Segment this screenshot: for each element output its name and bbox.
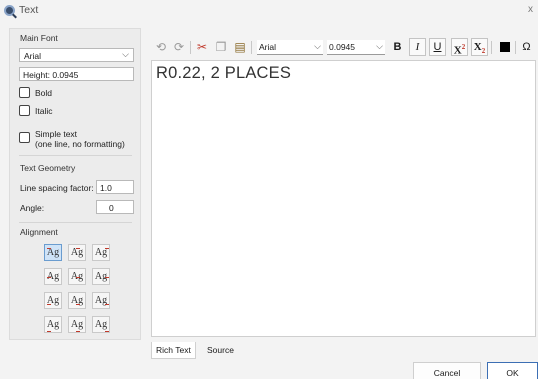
- bold-checkbox[interactable]: [19, 87, 30, 98]
- tab-rich-text[interactable]: Rich Text: [151, 342, 196, 359]
- toolbar-font-select[interactable]: Arial ⌵: [257, 40, 323, 55]
- align-middle-center-button[interactable]: Ag: [68, 268, 86, 285]
- alignment-heading: Alignment: [20, 227, 58, 237]
- chevron-down-icon: ⌵: [314, 41, 321, 51]
- toolbar-size-select[interactable]: 0.0945 ⌵: [327, 40, 385, 55]
- copy-icon[interactable]: ❐: [214, 39, 228, 55]
- subscript-button[interactable]: X2: [471, 38, 488, 56]
- align-top-right-button[interactable]: Ag: [92, 244, 110, 261]
- bold-label: Bold: [35, 88, 53, 98]
- align-middle-left-button[interactable]: Ag: [44, 268, 62, 285]
- italic-button[interactable]: I: [409, 38, 426, 56]
- line-spacing-input[interactable]: 1.0: [96, 180, 134, 194]
- simple-text-checkbox[interactable]: [19, 132, 30, 143]
- ok-button[interactable]: OK: [487, 362, 538, 379]
- align-middle-right-button[interactable]: Ag: [92, 268, 110, 285]
- superscript-button[interactable]: X2: [451, 38, 468, 57]
- height-field[interactable]: Height: 0.0945: [19, 67, 134, 81]
- cancel-button[interactable]: Cancel: [413, 362, 481, 379]
- angle-label: Angle:: [20, 203, 45, 213]
- redo-icon[interactable]: ⟳: [172, 39, 186, 55]
- formatting-toolbar: ⟲ ⟳ ✂ ❐ ▤ Arial ⌵ 0.0945 ⌵ B I U X2 X2 Ω: [151, 35, 538, 60]
- section-divider: [19, 155, 132, 156]
- align-top-center-button[interactable]: Ag: [68, 244, 86, 261]
- font-family-select[interactable]: Arial ⌵: [19, 48, 134, 62]
- line-spacing-label: Line spacing factor:: [20, 183, 94, 193]
- main-font-heading: Main Font: [20, 33, 58, 43]
- underline-button[interactable]: U: [429, 38, 446, 56]
- settings-panel: Main Font Arial ⌵ Height: 0.0945 Bold It…: [9, 28, 141, 340]
- align-bottom-right-button[interactable]: Ag: [92, 316, 110, 333]
- title-bar: Text x: [0, 0, 538, 22]
- toolbar-separator: [491, 41, 492, 54]
- color-swatch-icon: [499, 42, 510, 52]
- italic-label: Italic: [35, 106, 53, 116]
- height-label: Height: 0.0945: [23, 70, 79, 80]
- editor-content[interactable]: R0.22, 2 PLACES: [156, 64, 291, 83]
- font-family-value: Arial: [24, 51, 42, 61]
- align-baseline-right-button[interactable]: Ag: [92, 292, 110, 309]
- chevron-down-icon: ⌵: [376, 41, 383, 51]
- window-title: Text: [19, 4, 39, 16]
- italic-checkbox[interactable]: [19, 105, 30, 116]
- toolbar-separator: [251, 41, 252, 54]
- tab-source[interactable]: Source: [203, 342, 238, 359]
- text-color-button[interactable]: [496, 38, 513, 56]
- align-baseline-left-button[interactable]: Ag: [44, 292, 62, 309]
- align-top-left-button[interactable]: Ag: [44, 244, 62, 261]
- height-value: 0.0945: [52, 70, 79, 80]
- chevron-down-icon: ⌵: [122, 49, 129, 59]
- simple-text-label: Simple text (one line, no formatting): [35, 129, 125, 149]
- rich-text-editor[interactable]: R0.22, 2 PLACES: [151, 60, 536, 337]
- angle-input[interactable]: 0: [96, 200, 134, 214]
- bold-button[interactable]: B: [389, 38, 406, 56]
- section-divider: [19, 222, 132, 223]
- align-baseline-center-button[interactable]: Ag: [68, 292, 86, 309]
- align-bottom-left-button[interactable]: Ag: [44, 316, 62, 333]
- close-icon[interactable]: x: [528, 4, 533, 15]
- app-logo-icon: [4, 5, 15, 16]
- toolbar-separator: [190, 41, 191, 54]
- cut-icon[interactable]: ✂: [195, 39, 209, 55]
- insert-symbol-button[interactable]: Ω: [519, 38, 534, 56]
- paste-icon[interactable]: ▤: [233, 39, 247, 55]
- toolbar-separator: [515, 41, 516, 54]
- align-bottom-center-button[interactable]: Ag: [68, 316, 86, 333]
- undo-icon[interactable]: ⟲: [154, 39, 168, 55]
- text-geometry-heading: Text Geometry: [20, 163, 76, 173]
